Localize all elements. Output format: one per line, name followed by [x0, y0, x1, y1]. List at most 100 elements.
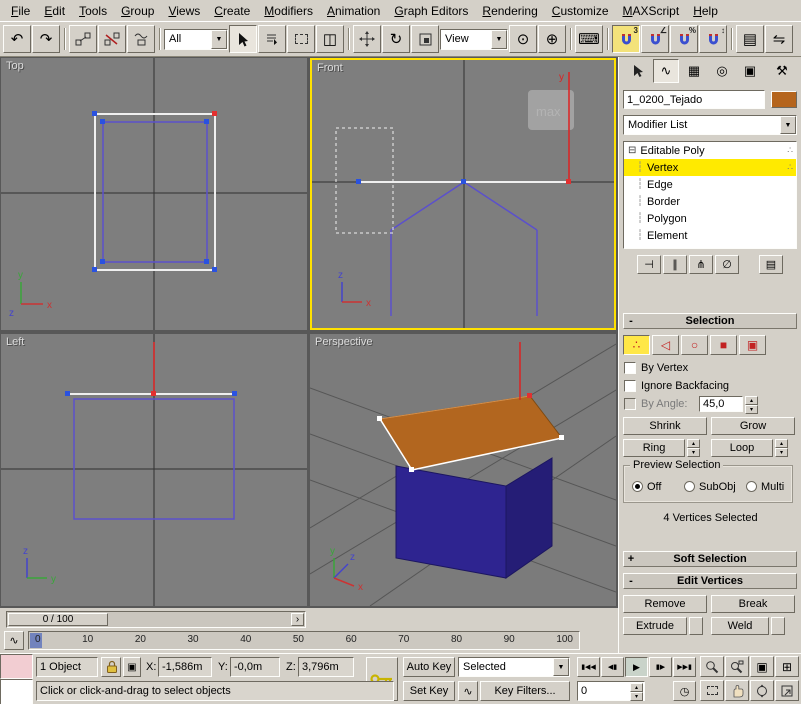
viewport-left[interactable]: Left z y — [1, 334, 307, 606]
reference-coordinate-dropdown[interactable]: View ▼ — [440, 28, 508, 50]
dropdown-arrow-icon[interactable]: ▼ — [491, 29, 507, 49]
menu-help[interactable]: Help — [686, 1, 725, 21]
tab-create[interactable] — [625, 59, 651, 83]
object-name-field[interactable]: 1_0200_Tejado — [623, 90, 765, 109]
soft-selection-rollout-header[interactable]: + Soft Selection — [623, 551, 797, 567]
viewport-top-label[interactable]: Top — [6, 60, 24, 72]
redo-button[interactable]: ↷ — [32, 25, 60, 53]
maxscript-mini-listener-pink[interactable] — [0, 654, 33, 679]
tab-hierarchy[interactable]: ▦ — [681, 59, 707, 83]
spinner-down-icon[interactable]: ▾ — [775, 448, 788, 457]
stack-row-vertex[interactable]: ┆ Vertex ∴ — [624, 159, 796, 176]
spinner-up-icon[interactable]: ▴ — [630, 683, 643, 692]
absolute-offset-toggle-button[interactable]: ▣ — [123, 657, 141, 677]
menu-create[interactable]: Create — [207, 1, 257, 21]
extrude-settings-button[interactable] — [689, 617, 703, 635]
snaps-toggle-button[interactable]: 3 — [612, 25, 640, 53]
spinner-down-icon[interactable]: ▾ — [687, 448, 700, 457]
pan-button[interactable] — [725, 680, 749, 701]
vertex-subobject-button[interactable]: ∴ — [623, 335, 650, 355]
key-filters-button[interactable]: Key Filters... — [480, 681, 570, 701]
viewport-left-label[interactable]: Left — [6, 336, 24, 348]
previous-frame-button[interactable]: ◀▮ — [601, 657, 624, 677]
extrude-button[interactable]: Extrude — [623, 617, 687, 635]
show-end-result-button[interactable]: ∥ — [663, 255, 687, 274]
selection-lock-button[interactable] — [101, 657, 121, 677]
weld-settings-button[interactable] — [771, 617, 785, 635]
x-coordinate-field[interactable]: -1,586m — [158, 657, 212, 677]
percent-snap-button[interactable]: % — [670, 25, 698, 53]
undo-button[interactable]: ↶ — [3, 25, 31, 53]
preview-subobj-label[interactable]: SubObj — [699, 481, 736, 493]
pin-stack-button[interactable]: ⊣ — [637, 255, 661, 274]
auto-key-button[interactable]: Auto Key — [403, 657, 455, 677]
ignore-backfacing-label[interactable]: Ignore Backfacing — [641, 380, 729, 392]
go-to-start-button[interactable]: ▮◀◀ — [577, 657, 600, 677]
set-key-button[interactable]: Set Key — [403, 681, 455, 701]
menu-maxscript[interactable]: MAXScript — [616, 1, 687, 21]
z-coordinate-field[interactable]: 3,796m — [298, 657, 354, 677]
menu-graph-editors[interactable]: Graph Editors — [387, 1, 475, 21]
edit-vertices-rollout-header[interactable]: - Edit Vertices — [623, 573, 797, 589]
use-center-button[interactable]: ⊙ — [509, 25, 537, 53]
modifier-list-dropdown[interactable]: Modifier List ▼ — [623, 115, 797, 135]
tab-utilities[interactable]: ⚒ — [769, 59, 795, 83]
menu-views[interactable]: Views — [161, 1, 207, 21]
configure-modifier-sets-button[interactable]: ▤ — [759, 255, 783, 274]
viewport-front-label[interactable]: Front — [317, 62, 343, 74]
named-selection-sets-button[interactable]: ▤ — [736, 25, 764, 53]
spinner-up-icon[interactable]: ▴ — [745, 396, 758, 405]
key-filter-dropdown[interactable]: Selected ▼ — [458, 657, 570, 677]
loop-spinner[interactable]: ▴ ▾ — [775, 439, 788, 457]
time-configuration-button[interactable]: ◷ — [673, 681, 696, 701]
select-object-button[interactable] — [229, 25, 257, 53]
border-subobject-button[interactable]: ○ — [681, 335, 708, 355]
arc-rotate-button[interactable] — [750, 680, 774, 701]
loop-button[interactable]: Loop — [711, 439, 773, 457]
grow-button[interactable]: Grow — [711, 417, 795, 435]
open-mini-curve-editor-button[interactable]: ∿ — [4, 631, 24, 650]
collapse-icon[interactable]: ⊟ — [628, 145, 636, 156]
zoom-extents-all-button[interactable]: ⊞ — [775, 656, 799, 677]
menu-edit[interactable]: Edit — [37, 1, 72, 21]
menu-rendering[interactable]: Rendering — [475, 1, 544, 21]
time-slider-handle[interactable]: 0 / 100 — [8, 613, 108, 626]
break-button[interactable]: Break — [711, 595, 795, 613]
tab-modify[interactable]: ∿ — [653, 59, 679, 83]
menu-animation[interactable]: Animation — [320, 1, 387, 21]
new-key-mode-button[interactable]: ∿ — [458, 681, 478, 701]
by-vertex-checkbox[interactable] — [624, 362, 636, 374]
frame-spinner[interactable]: ▴ ▾ — [630, 683, 643, 701]
remove-modifier-button[interactable]: ∅ — [715, 255, 739, 274]
select-and-manipulate-button[interactable]: ⊕ — [538, 25, 566, 53]
stack-row-edge[interactable]: ┆ Edge — [624, 176, 796, 193]
zoom-all-button[interactable] — [725, 656, 749, 677]
menu-tools[interactable]: Tools — [72, 1, 114, 21]
tab-display[interactable]: ▣ — [737, 59, 763, 83]
menu-customize[interactable]: Customize — [545, 1, 616, 21]
menu-file[interactable]: File — [4, 1, 37, 21]
selection-rollout-header[interactable]: - Selection — [623, 313, 797, 329]
stack-row-editable-poly[interactable]: ⊟ Editable Poly ∴ — [624, 142, 796, 159]
menu-modifiers[interactable]: Modifiers — [257, 1, 320, 21]
element-subobject-button[interactable]: ▣ — [739, 335, 766, 355]
viewport-perspective-label[interactable]: Perspective — [315, 336, 372, 348]
keyboard-override-button[interactable]: ⌨ — [575, 25, 603, 53]
unlink-selection-button[interactable] — [98, 25, 126, 53]
make-unique-button[interactable]: ⋔ — [689, 255, 713, 274]
shrink-button[interactable]: Shrink — [623, 417, 707, 435]
ring-button[interactable]: Ring — [623, 439, 685, 457]
ignore-backfacing-checkbox[interactable] — [624, 380, 636, 392]
select-by-name-button[interactable] — [258, 25, 286, 53]
spinner-down-icon[interactable]: ▾ — [630, 692, 643, 701]
time-slider-next-button[interactable]: › — [291, 613, 304, 626]
mirror-button[interactable]: ⇋ — [765, 25, 793, 53]
stack-row-border[interactable]: ┆ Border — [624, 193, 796, 210]
preview-off-radio[interactable] — [632, 481, 643, 492]
zoom-region-button[interactable] — [700, 680, 724, 701]
polygon-subobject-button[interactable]: ■ — [710, 335, 737, 355]
preview-multi-radio[interactable] — [746, 481, 757, 492]
spinner-up-icon[interactable]: ▴ — [775, 439, 788, 448]
spinner-up-icon[interactable]: ▴ — [687, 439, 700, 448]
select-and-link-button[interactable] — [69, 25, 97, 53]
